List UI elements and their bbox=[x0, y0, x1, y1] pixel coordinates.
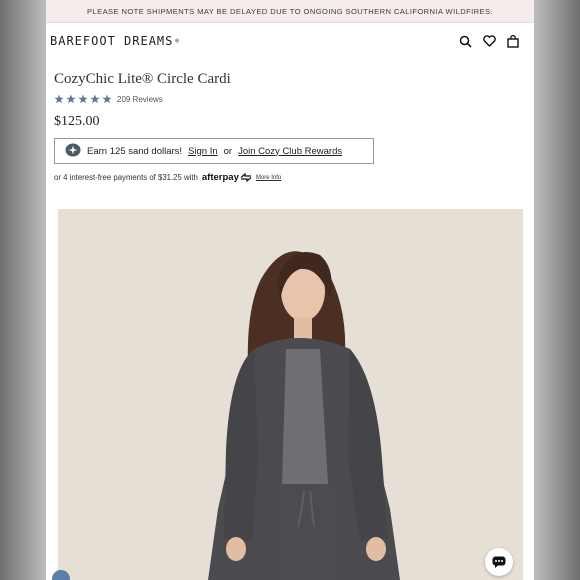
logo-text: BAREFOOT DREAMS bbox=[50, 34, 174, 48]
star-icon bbox=[54, 94, 64, 104]
product-image[interactable] bbox=[58, 209, 523, 580]
afterpay-arrows-icon bbox=[240, 173, 252, 182]
brand-logo[interactable]: BAREFOOT DREAMS ® bbox=[50, 34, 180, 48]
star-rating bbox=[54, 94, 112, 104]
header-icons bbox=[458, 34, 520, 48]
more-info-link[interactable]: More Info bbox=[256, 175, 281, 181]
banner-text: PLEASE NOTE SHIPMENTS MAY BE DELAYED DUE… bbox=[87, 6, 493, 16]
afterpay-row: or 4 interest-free payments of $31.25 wi… bbox=[54, 172, 526, 183]
left-backdrop bbox=[0, 0, 46, 580]
rating-row[interactable]: 209 Reviews bbox=[54, 94, 526, 104]
search-icon[interactable] bbox=[458, 34, 472, 48]
model-photo bbox=[58, 209, 523, 580]
rewards-or: or bbox=[223, 145, 233, 157]
rewards-text: Earn 125 sand dollars! bbox=[87, 145, 183, 157]
join-rewards-link[interactable]: Join Cozy Club Rewards bbox=[238, 146, 342, 157]
star-icon bbox=[66, 94, 76, 104]
star-icon bbox=[90, 94, 100, 104]
sand-dollar-icon bbox=[65, 143, 81, 160]
announcement-banner: PLEASE NOTE SHIPMENTS MAY BE DELAYED DUE… bbox=[46, 0, 534, 23]
reviews-count: 209 Reviews bbox=[117, 94, 163, 104]
site-header: BAREFOOT DREAMS ® bbox=[46, 23, 534, 59]
afterpay-brand: afterpay bbox=[201, 172, 239, 183]
chat-icon bbox=[492, 556, 506, 568]
afterpay-text: or 4 interest-free payments of $31.25 wi… bbox=[54, 173, 198, 182]
bag-icon[interactable] bbox=[506, 34, 520, 48]
chat-button[interactable] bbox=[485, 548, 513, 576]
product-info: CozyChic Lite® Circle Cardi 209 Reviews … bbox=[46, 71, 534, 183]
product-title: CozyChic Lite® Circle Cardi bbox=[54, 71, 231, 87]
product-price: $125.00 bbox=[54, 114, 100, 129]
heart-icon[interactable] bbox=[482, 34, 496, 48]
product-page: PLEASE NOTE SHIPMENTS MAY BE DELAYED DUE… bbox=[46, 0, 534, 580]
afterpay-logo: afterpay bbox=[202, 172, 252, 183]
sign-in-link[interactable]: Sign In bbox=[188, 146, 218, 157]
right-backdrop bbox=[534, 0, 580, 580]
rewards-box: Earn 125 sand dollars! Sign In or Join C… bbox=[54, 138, 374, 164]
star-icon bbox=[102, 94, 112, 104]
star-icon bbox=[78, 94, 88, 104]
logo-trademark: ® bbox=[175, 37, 180, 45]
